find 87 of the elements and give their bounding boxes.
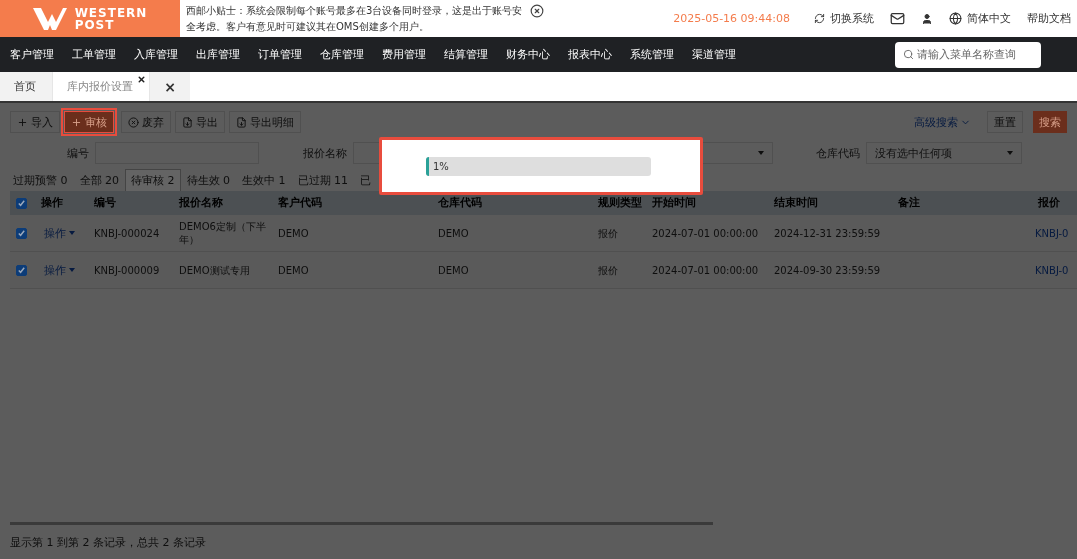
column-header: 备注 <box>897 196 921 210</box>
search-button[interactable]: 搜索 <box>1033 111 1067 133</box>
table-cell-text: DEMO <box>437 226 470 240</box>
user-icon[interactable] <box>921 12 933 25</box>
table-cell-text: KNBJ-000024 <box>93 226 161 240</box>
close-tabs-button[interactable]: × <box>150 72 190 101</box>
table-cell-text: 2024-07-01 00:00:00 <box>651 226 760 240</box>
language-link[interactable]: 简体中文 <box>967 11 1011 26</box>
logo-icon <box>32 7 67 30</box>
table-cell-text: DEMO测试专用 <box>178 263 251 277</box>
table-cell-text: 2024-09-30 23:59:59 <box>773 263 882 277</box>
globe-icon <box>949 12 962 25</box>
checkbox[interactable] <box>16 227 27 239</box>
table-link[interactable]: KNBJ-0 <box>1032 227 1077 239</box>
column-header: 开始时间 <box>651 196 697 210</box>
tab-close-icon[interactable] <box>137 75 146 84</box>
search-icon <box>903 49 914 60</box>
refresh-icon <box>814 13 825 24</box>
column-header: 操作 <box>40 196 64 210</box>
action-dropdown[interactable]: 操作 <box>35 225 88 241</box>
column-header: 客户代码 <box>277 196 323 210</box>
toolbar-button[interactable]: 导出明细 <box>229 111 301 133</box>
table-cell-text: KNBJ-000009 <box>93 263 161 277</box>
page-tab[interactable]: 首页 <box>0 72 53 101</box>
nav-item[interactable]: 财务中心 <box>506 47 550 62</box>
toolbar-button[interactable]: 废弃 <box>121 111 171 133</box>
table-link[interactable]: KNBJ-0 <box>1032 264 1077 276</box>
nav-item[interactable]: 结算管理 <box>444 47 488 62</box>
reset-button[interactable]: 重置 <box>987 111 1023 133</box>
checkbox[interactable] <box>16 264 27 276</box>
advanced-search-link[interactable]: 高级搜索 <box>914 114 971 130</box>
file-icon <box>236 116 247 128</box>
status-tab[interactable]: 生效中 1 <box>236 169 292 191</box>
column-header: 结束时间 <box>773 196 819 210</box>
plus-icon <box>71 116 82 128</box>
filter-label: 编号 <box>67 145 89 161</box>
filter-label: 仓库代码 <box>816 145 860 161</box>
menu-search-field[interactable]: 请输入菜单名称查询 <box>895 41 1041 68</box>
nav-item[interactable]: 订单管理 <box>258 47 302 62</box>
help-link[interactable]: 帮助文档 <box>1027 11 1071 26</box>
progress-reading: 1% <box>433 160 449 172</box>
status-tab[interactable]: 待审核 2 <box>125 169 181 191</box>
nav-item[interactable]: 工单管理 <box>72 47 116 62</box>
x-circle-icon <box>128 116 139 128</box>
logo-text: POST <box>74 18 116 31</box>
status-tab[interactable]: 已 <box>354 169 377 191</box>
status-tab[interactable]: 全部 20 <box>73 169 125 191</box>
status-tab[interactable]: 待生效 0 <box>180 169 236 191</box>
plus-icon <box>17 116 28 128</box>
nav-item[interactable]: 报表中心 <box>568 47 612 62</box>
column-header: 报价 <box>1037 196 1061 210</box>
nav-item[interactable]: 客户管理 <box>10 47 54 62</box>
table-cell-text: 2024-07-01 00:00:00 <box>651 263 760 277</box>
toolbar-button[interactable]: 导出 <box>175 111 225 133</box>
column-header: 仓库代码 <box>437 196 483 210</box>
table-cell-text: DEMO <box>277 263 310 277</box>
table-cell-text: DEMO <box>437 263 470 277</box>
pagination-text: 显示第 1 到第 2 条记录，总共 2 条记录 <box>10 534 207 551</box>
nav-item[interactable]: 入库管理 <box>134 47 178 62</box>
table-cell-text: 报价 <box>597 226 619 240</box>
notice-text: 西邮小贴士：系统会限制每个账号最多在3台设备同时登录，这是出于账号安全考虑。客户有意见时可建议其在OMS创建多个用户。 <box>186 3 524 34</box>
switch-system-link[interactable]: 切换系统 <box>830 11 874 26</box>
nav-item[interactable]: 出库管理 <box>196 47 240 62</box>
datetime-text: 2025-05-16 09:44:08 <box>673 12 790 25</box>
logo-text: WESTERN <box>74 6 148 19</box>
table-cell-text: 报价 <box>597 263 619 277</box>
column-header: 编号 <box>93 196 117 210</box>
column-header: 规则类型 <box>597 196 643 210</box>
nav-item[interactable]: 渠道管理 <box>692 47 736 62</box>
status-tab[interactable]: 已过期 11 <box>291 169 354 191</box>
action-dropdown[interactable]: 操作 <box>35 262 88 278</box>
filter-label: 报价名称 <box>303 145 347 161</box>
checkbox[interactable] <box>16 197 27 209</box>
status-tab[interactable]: 过期预警 0 <box>7 169 74 191</box>
nav-item[interactable]: 仓库管理 <box>320 47 364 62</box>
column-header: 报价名称 <box>178 196 224 210</box>
table-cell-text: DEMO <box>277 226 310 240</box>
table-cell-text: DEMO6定制（下半年） <box>178 220 267 246</box>
file-icon <box>182 116 193 128</box>
toolbar-button[interactable]: 审核 <box>64 111 114 133</box>
nav-item[interactable]: 费用管理 <box>382 47 426 62</box>
close-icon[interactable] <box>530 4 544 18</box>
nav-item[interactable]: 系统管理 <box>630 47 674 62</box>
mail-icon[interactable] <box>890 11 905 26</box>
table-cell-text: 2024-12-31 23:59:59 <box>773 226 882 240</box>
select-field[interactable]: 没有选中任何项 <box>866 142 1022 164</box>
toolbar-button[interactable]: 导入 <box>10 111 60 133</box>
